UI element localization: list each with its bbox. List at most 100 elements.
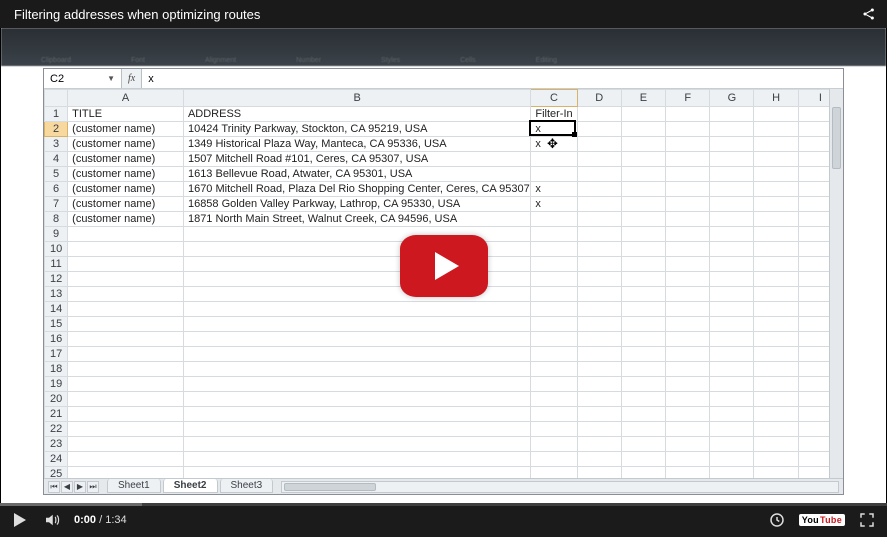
cell-C10[interactable] <box>531 242 577 257</box>
cell-B4[interactable]: 1507 Mitchell Road #101, Ceres, CA 95307… <box>183 152 530 167</box>
cell-G10[interactable] <box>710 242 754 257</box>
cell-B6[interactable]: 1670 Mitchell Road, Plaza Del Rio Shoppi… <box>183 182 530 197</box>
column-header-A[interactable]: A <box>68 90 184 107</box>
table-row[interactable]: 8(customer name)1871 North Main Street, … <box>45 212 843 227</box>
cell-E15[interactable] <box>621 317 665 332</box>
cell-F19[interactable] <box>666 377 710 392</box>
cell-G11[interactable] <box>710 257 754 272</box>
cell-H16[interactable] <box>754 332 798 347</box>
row-header[interactable]: 16 <box>45 332 68 347</box>
row-header[interactable]: 13 <box>45 287 68 302</box>
cell-C14[interactable] <box>531 302 577 317</box>
cell-H1[interactable] <box>754 107 798 122</box>
cell-H4[interactable] <box>754 152 798 167</box>
cell-C9[interactable] <box>531 227 577 242</box>
cell-D3[interactable] <box>577 137 621 152</box>
sheet-tab-sheet3[interactable]: Sheet3 <box>220 479 274 493</box>
sheet-tab-sheet1[interactable]: Sheet1 <box>107 479 161 493</box>
vertical-scrollbar[interactable] <box>829 89 843 478</box>
cell-D24[interactable] <box>577 452 621 467</box>
cell-D11[interactable] <box>577 257 621 272</box>
cell-A25[interactable] <box>68 467 184 479</box>
table-row[interactable]: 17 <box>45 347 843 362</box>
cell-A4[interactable]: (customer name) <box>68 152 184 167</box>
cell-E5[interactable] <box>621 167 665 182</box>
cell-H7[interactable] <box>754 197 798 212</box>
cell-E18[interactable] <box>621 362 665 377</box>
cell-B8[interactable]: 1871 North Main Street, Walnut Creek, CA… <box>183 212 530 227</box>
cell-C5[interactable] <box>531 167 577 182</box>
cell-F3[interactable] <box>666 137 710 152</box>
cell-D19[interactable] <box>577 377 621 392</box>
youtube-badge[interactable]: YouTube <box>799 514 845 526</box>
sheet-tab-sheet2[interactable]: Sheet2 <box>163 479 218 493</box>
row-header[interactable]: 5 <box>45 167 68 182</box>
cell-A7[interactable]: (customer name) <box>68 197 184 212</box>
cell-B1[interactable]: ADDRESS <box>183 107 530 122</box>
cell-H25[interactable] <box>754 467 798 479</box>
cell-A18[interactable] <box>68 362 184 377</box>
cell-H17[interactable] <box>754 347 798 362</box>
cell-E25[interactable] <box>621 467 665 479</box>
table-row[interactable]: 24 <box>45 452 843 467</box>
cell-A11[interactable] <box>68 257 184 272</box>
cell-A2[interactable]: (customer name) <box>68 122 184 137</box>
cell-A1[interactable]: TITLE <box>68 107 184 122</box>
cell-B25[interactable] <box>183 467 530 479</box>
cell-A10[interactable] <box>68 242 184 257</box>
sheet-tab-nav[interactable]: ⏮ ◀ ▶ ⏭ <box>48 481 99 493</box>
row-header[interactable]: 22 <box>45 422 68 437</box>
cell-H15[interactable] <box>754 317 798 332</box>
cell-F23[interactable] <box>666 437 710 452</box>
cell-B24[interactable] <box>183 452 530 467</box>
cell-A9[interactable] <box>68 227 184 242</box>
cell-D17[interactable] <box>577 347 621 362</box>
cell-C17[interactable] <box>531 347 577 362</box>
cell-F8[interactable] <box>666 212 710 227</box>
column-header-F[interactable]: F <box>666 90 710 107</box>
watch-later-icon[interactable] <box>767 510 787 530</box>
cell-D5[interactable] <box>577 167 621 182</box>
tab-nav-next-icon[interactable]: ▶ <box>74 481 86 493</box>
cell-G3[interactable] <box>710 137 754 152</box>
cell-C15[interactable] <box>531 317 577 332</box>
cell-G5[interactable] <box>710 167 754 182</box>
cell-F25[interactable] <box>666 467 710 479</box>
table-row[interactable]: 18 <box>45 362 843 377</box>
cell-C7[interactable]: x <box>531 197 577 212</box>
cell-H13[interactable] <box>754 287 798 302</box>
tab-nav-last-icon[interactable]: ⏭ <box>87 481 99 493</box>
cell-C1[interactable]: Filter-In <box>531 107 577 122</box>
cell-B21[interactable] <box>183 407 530 422</box>
column-header-E[interactable]: E <box>621 90 665 107</box>
cell-E8[interactable] <box>621 212 665 227</box>
column-header-C[interactable]: C <box>531 90 577 107</box>
cell-C20[interactable] <box>531 392 577 407</box>
column-header-G[interactable]: G <box>710 90 754 107</box>
cell-E6[interactable] <box>621 182 665 197</box>
row-header[interactable]: 17 <box>45 347 68 362</box>
cell-G13[interactable] <box>710 287 754 302</box>
cell-F7[interactable] <box>666 197 710 212</box>
cell-A15[interactable] <box>68 317 184 332</box>
cell-D14[interactable] <box>577 302 621 317</box>
row-header[interactable]: 2 <box>45 122 68 137</box>
row-header[interactable]: 11 <box>45 257 68 272</box>
cell-D15[interactable] <box>577 317 621 332</box>
fx-icon[interactable]: fx <box>128 73 135 84</box>
cell-C22[interactable] <box>531 422 577 437</box>
table-row[interactable]: 16 <box>45 332 843 347</box>
table-row[interactable]: 2(customer name)10424 Trinity Parkway, S… <box>45 122 843 137</box>
cell-E1[interactable] <box>621 107 665 122</box>
row-header[interactable]: 25 <box>45 467 68 479</box>
cell-F4[interactable] <box>666 152 710 167</box>
cell-D18[interactable] <box>577 362 621 377</box>
cell-B16[interactable] <box>183 332 530 347</box>
cell-G25[interactable] <box>710 467 754 479</box>
cell-E22[interactable] <box>621 422 665 437</box>
table-row[interactable]: 22 <box>45 422 843 437</box>
cell-C18[interactable] <box>531 362 577 377</box>
row-header[interactable]: 21 <box>45 407 68 422</box>
cell-B3[interactable]: 1349 Historical Plaza Way, Manteca, CA 9… <box>183 137 530 152</box>
cell-F12[interactable] <box>666 272 710 287</box>
